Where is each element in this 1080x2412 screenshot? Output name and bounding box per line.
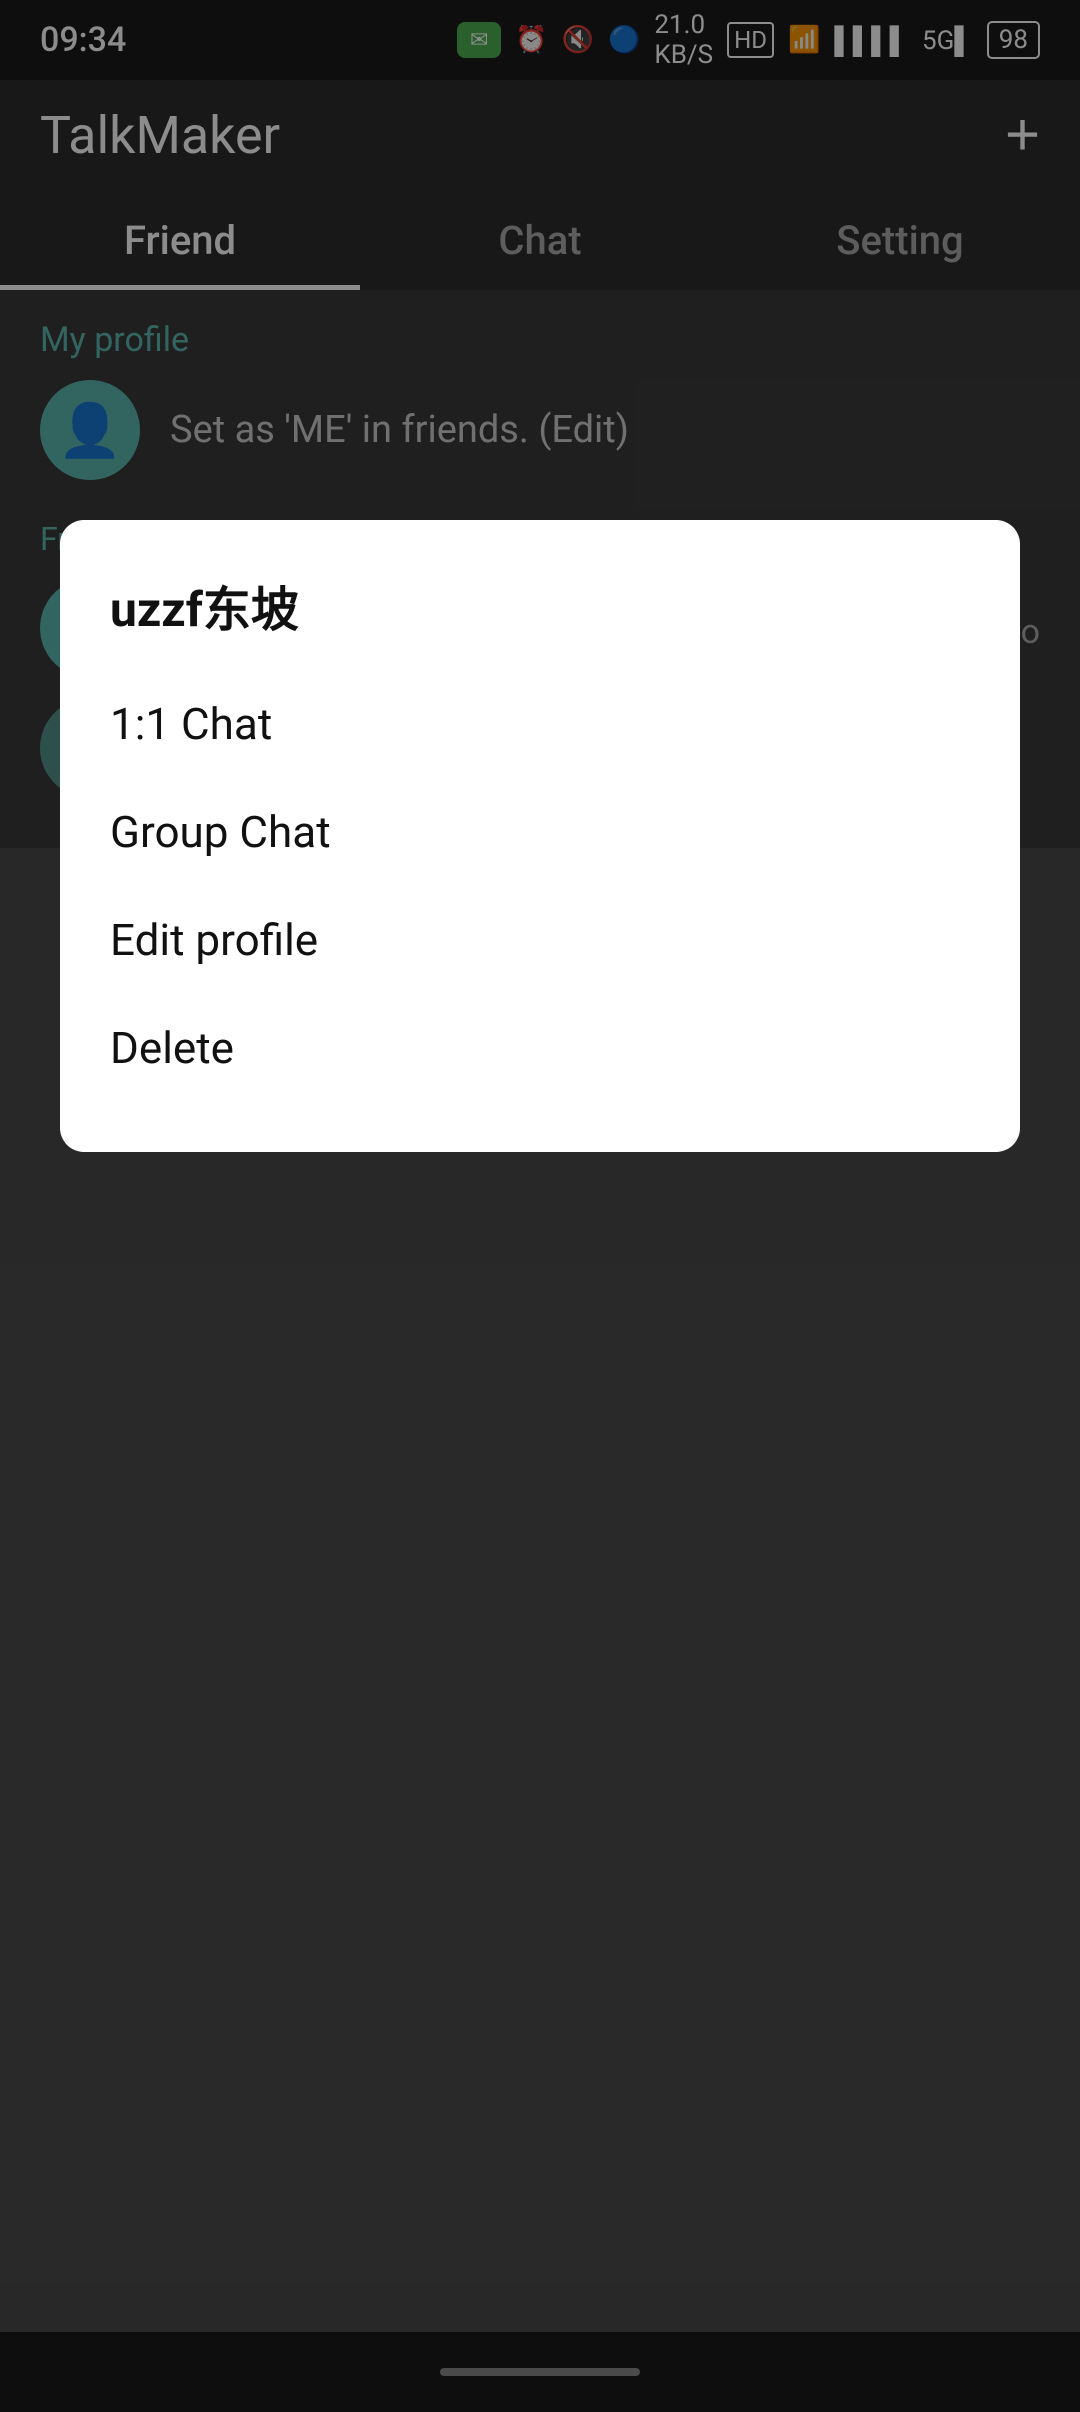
context-menu-item-delete[interactable]: Delete bbox=[110, 994, 970, 1102]
context-menu: uzzf东坡 1:1 Chat Group Chat Edit profile … bbox=[60, 520, 1020, 1152]
context-menu-title: uzzf东坡 bbox=[110, 570, 970, 640]
context-menu-item-edit-profile[interactable]: Edit profile bbox=[110, 886, 970, 994]
context-menu-item-one-to-one-chat[interactable]: 1:1 Chat bbox=[110, 670, 970, 778]
context-menu-item-group-chat[interactable]: Group Chat bbox=[110, 778, 970, 886]
modal-overlay[interactable] bbox=[0, 0, 1080, 2412]
